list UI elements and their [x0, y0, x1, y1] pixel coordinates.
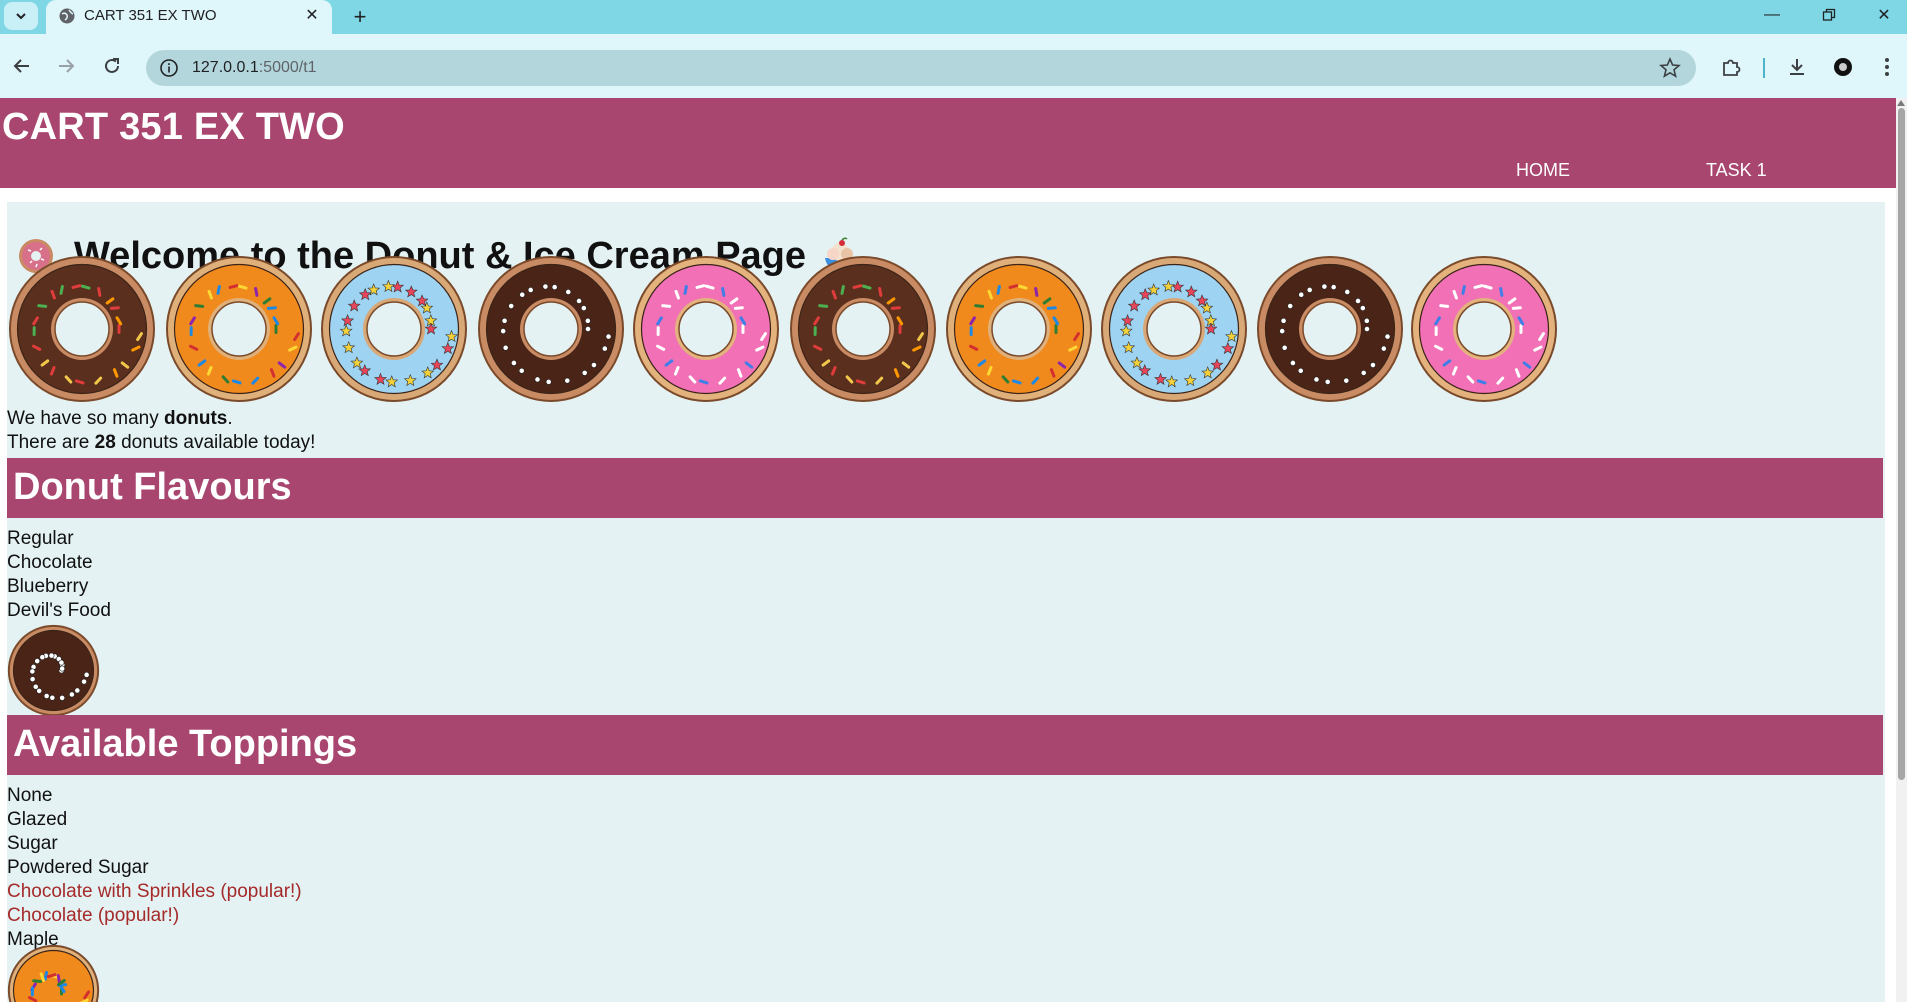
tab-title: CART 351 EX TWO: [84, 7, 217, 24]
blue-stars-donut-icon: [1101, 256, 1247, 402]
new-tab-button[interactable]: +: [346, 3, 374, 31]
topping-item-popular: Chocolate (popular!): [7, 905, 180, 926]
orange-sprinkles-donut-icon: [7, 944, 100, 1002]
forward-arrow-icon: [59, 59, 75, 73]
site-header: CART 351 EX TWO HOME TASK 1: [0, 98, 1896, 188]
reload-button[interactable]: [94, 48, 130, 84]
pink-sprinkles-donut-icon: [1411, 256, 1557, 402]
flavour-item: Chocolate: [7, 552, 93, 573]
flavour-donut-image: [7, 624, 100, 717]
back-button[interactable]: [4, 48, 40, 84]
reload-icon: [105, 58, 119, 73]
page-content: Welcome to the Donut & Ice Cream Page We…: [7, 202, 1885, 1002]
url-text: 127.0.0.1:5000/t1: [192, 59, 317, 76]
topping-item: Glazed: [7, 809, 68, 830]
chevron-down-icon: [16, 13, 26, 20]
emphasis-donuts: donuts: [164, 408, 228, 429]
downloads-button[interactable]: [1784, 54, 1810, 80]
nav-link-task-1[interactable]: TASK 1: [1706, 160, 1767, 181]
topping-item: Powdered Sugar: [7, 857, 149, 878]
restore-icon: [1822, 8, 1836, 21]
browser-tab-strip: CART 351 EX TWO ✕ + — ✕: [0, 0, 1907, 34]
blue-stars-donut-icon: [321, 256, 467, 402]
dark-chocolate-dots-donut-icon: [478, 256, 624, 402]
more-vert-icon: [1885, 58, 1889, 76]
flavour-item: Blueberry: [7, 576, 89, 597]
dark-chocolate-dots-donut-icon: [7, 624, 100, 717]
orange-sprinkles-donut-icon: [946, 256, 1092, 402]
pink-sprinkles-donut-icon: [633, 256, 779, 402]
topping-item-popular: Chocolate with Sprinkles (popular!): [7, 881, 302, 902]
toppings-heading: Available Toppings: [13, 723, 358, 765]
forward-button[interactable]: [48, 48, 84, 84]
topping-item: None: [7, 785, 53, 806]
scrollbar-thumb[interactable]: [1898, 108, 1905, 780]
donut-image: [7, 254, 157, 404]
browser-toolbar: 127.0.0.1:5000/t1: [0, 34, 1907, 98]
flavours-heading-bar: Donut Flavours: [7, 458, 1883, 518]
download-icon: [1790, 59, 1804, 75]
donut-image: [476, 254, 626, 404]
donut-image: [164, 254, 314, 404]
donut-image: [319, 254, 469, 404]
page-viewport: CART 351 EX TWO HOME TASK 1 Welcome to t…: [0, 98, 1907, 1002]
tab-search-button[interactable]: [4, 2, 38, 30]
dark-chocolate-dots-donut-icon: [1257, 256, 1403, 402]
nav-link-home[interactable]: HOME: [1516, 160, 1570, 181]
orange-sprinkles-donut-icon: [166, 256, 312, 402]
topping-donut-image: [7, 944, 100, 1002]
site-info-icon[interactable]: [158, 57, 180, 79]
address-bar[interactable]: 127.0.0.1:5000/t1: [146, 50, 1696, 86]
puzzle-icon: [1723, 59, 1741, 76]
donut-image: [631, 254, 781, 404]
donut-image: [1409, 254, 1559, 404]
bookmark-star-icon[interactable]: [1658, 56, 1682, 80]
donut-image: [788, 254, 938, 404]
site-title: CART 351 EX TWO: [2, 106, 345, 148]
donut-image: [944, 254, 1094, 404]
back-arrow-icon: [13, 59, 29, 73]
profile-button[interactable]: [1830, 54, 1856, 80]
intro-line-1: We have so many donuts.: [7, 408, 233, 429]
close-tab-icon[interactable]: ✕: [302, 5, 322, 25]
toppings-heading-bar: Available Toppings: [7, 715, 1883, 775]
flavour-item: Regular: [7, 528, 74, 549]
browser-menu-button[interactable]: [1874, 54, 1900, 80]
donut-image: [1255, 254, 1405, 404]
extensions-button[interactable]: [1718, 54, 1744, 80]
scroll-up-arrow-icon[interactable]: [1897, 100, 1905, 106]
chocolate-donut-icon: [9, 256, 155, 402]
restore-button[interactable]: [1806, 0, 1852, 30]
toolbar-separator: [1763, 58, 1765, 78]
donut-image: [1099, 254, 1249, 404]
globe-icon: [59, 8, 75, 24]
intro-line-2: There are 28 donuts available today!: [7, 432, 316, 453]
avatar-icon: [1834, 58, 1852, 76]
flavours-heading: Donut Flavours: [13, 466, 292, 508]
flavour-item: Devil's Food: [7, 600, 111, 621]
close-window-button[interactable]: ✕: [1861, 0, 1907, 30]
scrollbar[interactable]: [1896, 98, 1907, 1002]
donut-count: 28: [94, 432, 116, 453]
chocolate-donut-icon: [790, 256, 936, 402]
topping-item: Sugar: [7, 833, 58, 854]
minimize-button[interactable]: —: [1749, 0, 1795, 30]
browser-tab[interactable]: CART 351 EX TWO ✕: [46, 0, 332, 34]
